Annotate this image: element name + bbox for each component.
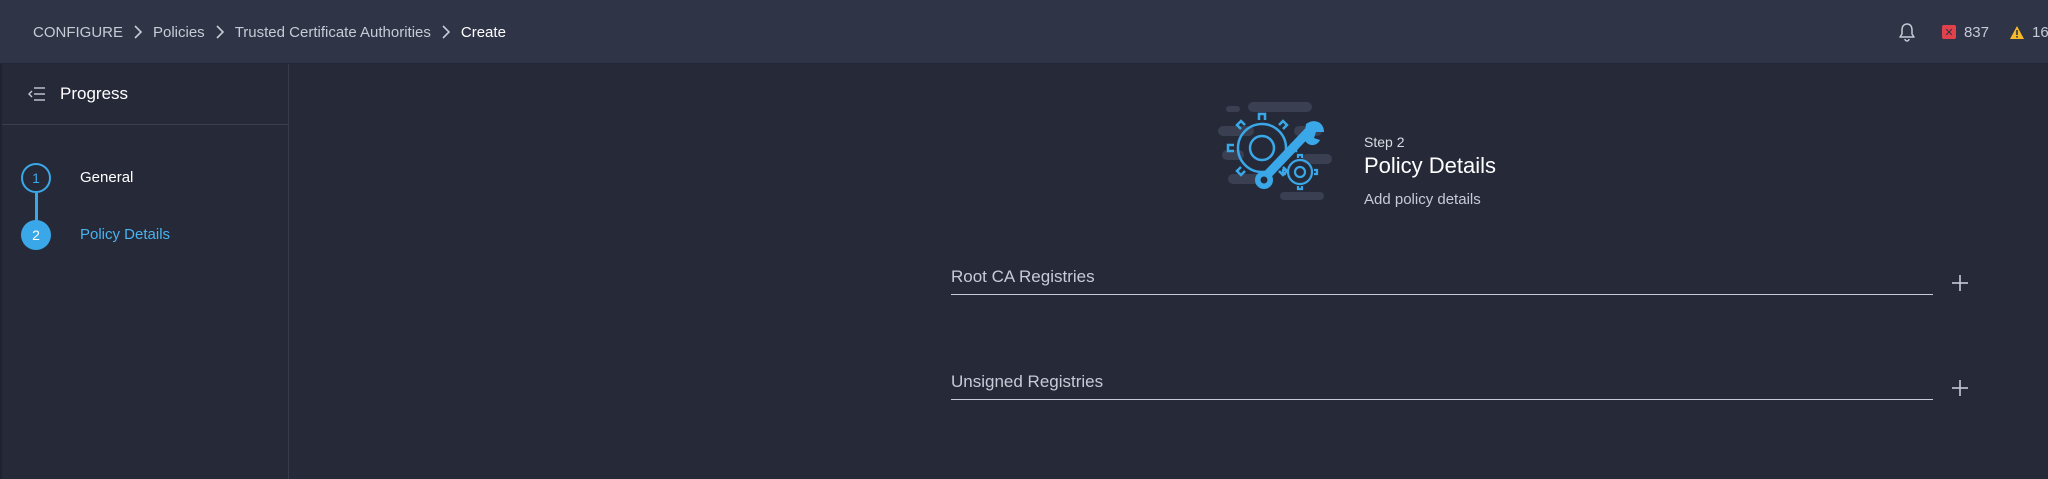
step-header: Step 2 Policy Details Add policy details bbox=[1210, 98, 1610, 208]
step-general[interactable]: 1 General bbox=[2, 149, 288, 206]
breadcrumb-policies[interactable]: Policies bbox=[153, 24, 205, 41]
section-label: Root CA Registries bbox=[951, 267, 1095, 286]
step-number: 1 bbox=[21, 162, 51, 193]
sidebar-header: Progress bbox=[2, 64, 288, 125]
status-area: ✕ 837 16 bbox=[1896, 0, 2048, 64]
bell-icon[interactable] bbox=[1896, 21, 1918, 43]
progress-sidebar: Progress 1 General 2 Policy Details bbox=[0, 64, 289, 479]
section-label: Unsigned Registries bbox=[951, 372, 1104, 391]
step-list: 1 General 2 Policy Details bbox=[2, 125, 288, 263]
breadcrumb-current: Create bbox=[460, 23, 506, 41]
step-title: Policy Details bbox=[1364, 153, 1497, 178]
step-policy-details[interactable]: 2 Policy Details bbox=[2, 206, 288, 263]
breadcrumb-trusted-ca[interactable]: Trusted Certificate Authorities bbox=[235, 24, 431, 41]
chevron-right-icon bbox=[123, 0, 153, 64]
warning-count[interactable]: 16 bbox=[2032, 24, 2048, 41]
step-label: Policy Details bbox=[80, 226, 171, 243]
main-content: Step 2 Policy Details Add policy details… bbox=[290, 64, 2048, 479]
error-icon[interactable]: ✕ bbox=[1941, 25, 1956, 39]
plus-icon[interactable] bbox=[1950, 273, 1970, 293]
top-bar: CONFIGURE Policies Trusted Certificate A… bbox=[0, 0, 2048, 64]
step-number-label: Step 2 bbox=[1364, 134, 1405, 150]
sidebar-title: Progress bbox=[60, 84, 129, 103]
plus-icon[interactable] bbox=[1950, 378, 1970, 398]
gears-wrench-illustration bbox=[1218, 102, 1332, 200]
chevron-right-icon bbox=[205, 0, 235, 64]
step-label: General bbox=[80, 169, 134, 186]
chevron-right-icon bbox=[431, 0, 461, 64]
breadcrumb-configure[interactable]: CONFIGURE bbox=[33, 24, 123, 41]
collapse-sidebar-icon[interactable] bbox=[28, 87, 46, 101]
step-number: 2 bbox=[21, 219, 51, 250]
root-ca-registries-section[interactable]: Root CA Registries bbox=[951, 263, 1933, 295]
error-count[interactable]: 837 bbox=[1964, 24, 1989, 41]
unsigned-registries-section[interactable]: Unsigned Registries bbox=[951, 368, 1933, 400]
step-connector bbox=[35, 193, 38, 223]
warning-icon[interactable] bbox=[2009, 25, 2025, 40]
step-subtitle: Add policy details bbox=[1364, 191, 1481, 208]
breadcrumb: CONFIGURE Policies Trusted Certificate A… bbox=[33, 0, 506, 64]
